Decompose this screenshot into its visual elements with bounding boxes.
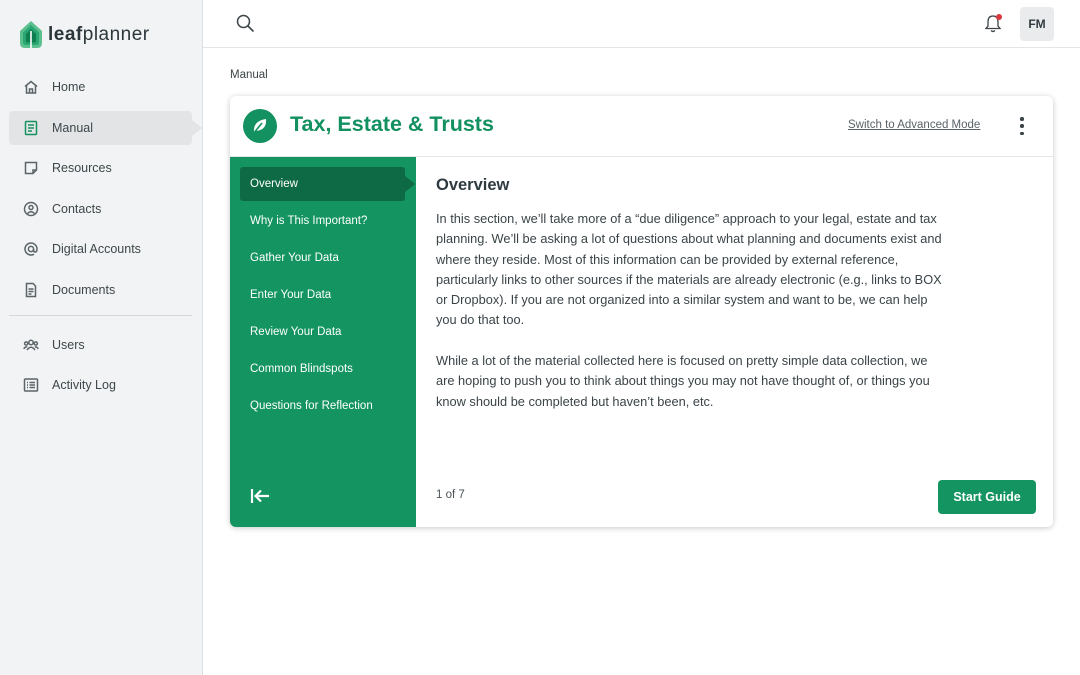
- sidebar-item-label: Home: [52, 80, 86, 94]
- top-bar: FM: [203, 0, 1080, 48]
- page-indicator: 1 of 7: [436, 489, 465, 501]
- step-why-important[interactable]: Why is This Important?: [240, 204, 405, 238]
- collapse-panel-icon[interactable]: [250, 487, 272, 505]
- card-header: Tax, Estate & Trusts Switch to Advanced …: [230, 96, 1053, 157]
- notification-dot: [996, 14, 1002, 20]
- sidebar-item-label: Manual: [52, 120, 93, 135]
- sidebar-item-resources[interactable]: Resources: [9, 151, 192, 185]
- contact-icon: [22, 200, 39, 217]
- guide-steps-panel: Overview Why is This Important? Gather Y…: [230, 157, 416, 527]
- book-icon: [22, 119, 39, 136]
- sidebar-item-contacts[interactable]: Contacts: [9, 192, 192, 226]
- content-paragraph: In this section, we’ll take more of a “d…: [436, 211, 942, 328]
- switch-advanced-mode-link[interactable]: Switch to Advanced Mode: [848, 119, 980, 131]
- home-icon: [22, 79, 39, 96]
- sidebar-item-label: Contacts: [52, 201, 102, 216]
- at-icon: [22, 241, 39, 258]
- search-icon[interactable]: [236, 14, 255, 33]
- sidebar: leafplanner Home Manual Resources Contac…: [0, 0, 203, 675]
- step-questions-reflection[interactable]: Questions for Reflection: [240, 389, 405, 423]
- leaf-icon: [243, 109, 277, 143]
- list-icon: [22, 377, 39, 394]
- page-title: Tax, Estate & Trusts: [290, 112, 494, 136]
- document-icon: [22, 281, 39, 298]
- step-review-data[interactable]: Review Your Data: [240, 315, 405, 349]
- note-icon: [22, 160, 39, 177]
- step-overview[interactable]: Overview: [240, 167, 415, 201]
- breadcrumb: Manual: [230, 69, 268, 81]
- card-body: Overview Why is This Important? Gather Y…: [230, 157, 1053, 527]
- logo[interactable]: leafplanner: [18, 19, 150, 51]
- guide-content: Overview In this section, we’ll take mor…: [436, 157, 1036, 527]
- sidebar-item-documents[interactable]: Documents: [9, 273, 192, 307]
- users-icon: [22, 336, 39, 353]
- sidebar-item-label: Activity Log: [52, 378, 116, 392]
- sidebar-item-manual[interactable]: Manual: [9, 110, 202, 145]
- sidebar-item-label: Documents: [52, 282, 116, 297]
- start-guide-button[interactable]: Start Guide: [938, 480, 1036, 514]
- sidebar-item-label: Digital Accounts: [52, 242, 141, 256]
- content-paragraph: While a lot of the material collected he…: [436, 353, 930, 409]
- step-common-blindspots[interactable]: Common Blindspots: [240, 352, 405, 386]
- step-gather-data[interactable]: Gather Your Data: [240, 241, 405, 275]
- more-options-icon[interactable]: [1016, 117, 1028, 135]
- sidebar-item-activity-log[interactable]: Activity Log: [9, 368, 192, 402]
- sidebar-nav: Home Manual Resources Contacts Digital A…: [9, 70, 202, 409]
- manual-card: Tax, Estate & Trusts Switch to Advanced …: [230, 96, 1053, 527]
- step-enter-data[interactable]: Enter Your Data: [240, 278, 405, 312]
- avatar[interactable]: FM: [1020, 7, 1054, 41]
- logo-text: leafplanner: [48, 24, 150, 45]
- section-heading: Overview: [436, 176, 510, 194]
- leaf-logo-icon: [20, 21, 42, 48]
- sidebar-item-users[interactable]: Users: [9, 328, 192, 362]
- sidebar-divider: [9, 314, 192, 316]
- sidebar-item-label: Resources: [52, 161, 112, 175]
- sidebar-item-digital-accounts[interactable]: Digital Accounts: [9, 232, 192, 266]
- sidebar-item-home[interactable]: Home: [9, 70, 192, 104]
- sidebar-item-label: Users: [52, 337, 85, 352]
